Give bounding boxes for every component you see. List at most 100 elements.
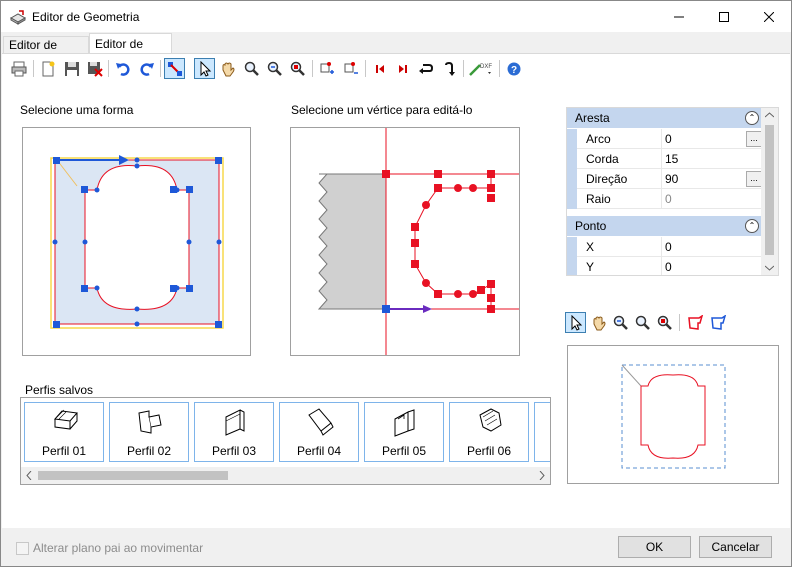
zoom-in-out-button[interactable] bbox=[264, 58, 285, 79]
row-gutter bbox=[567, 189, 577, 209]
svg-text:?: ? bbox=[511, 65, 517, 76]
category-ponto-label: Ponto bbox=[575, 219, 607, 233]
remove-vertex-icon bbox=[344, 61, 358, 74]
scroll-left-icon[interactable] bbox=[26, 471, 32, 480]
zoom-window-icon bbox=[657, 315, 672, 330]
scrollbar-thumb[interactable] bbox=[765, 125, 774, 255]
select-button[interactable] bbox=[194, 58, 215, 79]
category-aresta[interactable]: Aresta ⌃ bbox=[567, 108, 763, 128]
remove-vertex-button[interactable] bbox=[340, 58, 361, 79]
maximize-icon bbox=[719, 11, 729, 22]
move-parent-plane-checkbox[interactable] bbox=[16, 542, 29, 555]
preview-zoom-button[interactable] bbox=[632, 312, 653, 333]
add-vertex-button[interactable] bbox=[316, 58, 337, 79]
preview-red-shape-button[interactable] bbox=[684, 312, 705, 333]
add-vertex-icon bbox=[320, 61, 334, 74]
reverse-button[interactable] bbox=[415, 58, 436, 79]
shape-canvas[interactable] bbox=[22, 127, 251, 356]
vertex-section-label: Selecione um vértice para editá-lo bbox=[291, 103, 473, 117]
property-scrollbar[interactable] bbox=[761, 108, 778, 275]
edge-direction-arrowhead bbox=[423, 305, 432, 313]
select-icon bbox=[200, 60, 211, 77]
reverse-icon bbox=[418, 63, 433, 74]
scroll-down-icon[interactable] bbox=[765, 265, 774, 271]
zoom-window-button[interactable] bbox=[287, 58, 308, 79]
preview-blue-shape-button[interactable] bbox=[707, 312, 728, 333]
save-button[interactable] bbox=[61, 58, 82, 79]
preview-toolbar bbox=[564, 310, 781, 336]
zoom-button[interactable] bbox=[241, 58, 262, 79]
print-button[interactable] bbox=[8, 58, 29, 79]
first-button[interactable] bbox=[369, 58, 390, 79]
row-gutter bbox=[567, 129, 577, 149]
property-row-y[interactable]: Y 0 bbox=[567, 257, 763, 275]
ellipsis-button[interactable]: ... bbox=[746, 171, 762, 187]
property-name: Corda bbox=[577, 149, 661, 169]
move-parent-plane-label: Alterar plano pai ao movimentar bbox=[33, 541, 204, 555]
category-ponto[interactable]: Ponto ⌃ bbox=[567, 216, 763, 236]
property-value-arco[interactable]: 0... bbox=[661, 129, 763, 149]
property-row-corda[interactable]: Corda 15 bbox=[567, 149, 763, 169]
pan-button[interactable] bbox=[217, 58, 238, 79]
flip-icon bbox=[444, 61, 455, 76]
preview-canvas[interactable] bbox=[567, 345, 779, 484]
preview-select-button[interactable] bbox=[565, 312, 586, 333]
property-row-raio[interactable]: Raio 0 bbox=[567, 189, 763, 209]
scroll-up-icon[interactable] bbox=[765, 112, 774, 118]
gallery-scrollbar[interactable] bbox=[21, 467, 550, 484]
saved-profile-item[interactable]: Perfil 04 bbox=[279, 402, 359, 462]
vertex-canvas[interactable] bbox=[290, 127, 520, 356]
row-gutter bbox=[567, 149, 577, 169]
saved-profile-item[interactable]: Perfil 01 bbox=[24, 402, 104, 462]
dxf-button[interactable]: DXF bbox=[467, 58, 495, 79]
property-value-y[interactable]: 0 bbox=[661, 257, 763, 275]
property-row-direcao[interactable]: Direção 90... bbox=[567, 169, 763, 189]
property-name: X bbox=[577, 237, 661, 257]
close-button[interactable] bbox=[746, 1, 792, 32]
preview-zoom-in-out-button[interactable] bbox=[610, 312, 631, 333]
saved-profile-item[interactable]: Perfil 02 bbox=[109, 402, 189, 462]
profile-04-icon bbox=[308, 408, 334, 436]
flip-button[interactable] bbox=[438, 58, 459, 79]
window-title: Editor de Geometria bbox=[32, 10, 140, 24]
collapse-icon[interactable]: ⌃ bbox=[745, 111, 759, 125]
scrollbar-thumb[interactable] bbox=[38, 471, 228, 480]
toolbar-separator bbox=[160, 60, 161, 77]
last-button[interactable] bbox=[392, 58, 413, 79]
print-icon bbox=[11, 61, 26, 76]
property-value-corda[interactable]: 15 bbox=[661, 149, 763, 169]
property-grid: Aresta ⌃ Arco 0... Corda 15 Direção 90..… bbox=[566, 107, 779, 276]
saved-profile-item[interactable]: Perfil 06 bbox=[449, 402, 529, 462]
property-value-direcao[interactable]: 90... bbox=[661, 169, 763, 189]
saved-profile-item-partial[interactable] bbox=[534, 402, 550, 462]
property-value-x[interactable]: 0 bbox=[661, 237, 763, 257]
new-button[interactable] bbox=[37, 58, 58, 79]
saved-profile-item[interactable]: Perfil 05 bbox=[364, 402, 444, 462]
delete-save-button[interactable] bbox=[84, 58, 105, 79]
tab-editor-forma[interactable]: Editor de Forma bbox=[3, 36, 89, 68]
ellipsis-button[interactable]: ... bbox=[746, 131, 762, 147]
selected-vertex[interactable] bbox=[382, 305, 390, 313]
pan-icon bbox=[593, 316, 605, 330]
ok-button[interactable]: OK bbox=[618, 536, 691, 558]
zoom-in-out-icon bbox=[613, 315, 628, 330]
property-row-arco[interactable]: Arco 0... bbox=[567, 129, 763, 149]
redo-button[interactable] bbox=[136, 58, 157, 79]
preview-zoom-window-button[interactable] bbox=[654, 312, 675, 333]
undo-button[interactable] bbox=[112, 58, 133, 79]
collapse-icon[interactable]: ⌃ bbox=[745, 219, 759, 233]
help-button[interactable]: ? bbox=[503, 58, 524, 79]
scroll-right-icon[interactable] bbox=[539, 471, 545, 480]
snap-button[interactable] bbox=[164, 58, 185, 79]
property-value-text: 0 bbox=[665, 132, 672, 146]
preview-pan-button[interactable] bbox=[588, 312, 609, 333]
tab-editor-perfil[interactable]: Editor de Perfil bbox=[89, 33, 172, 71]
toolbar-separator bbox=[33, 60, 34, 77]
property-row-x[interactable]: X 0 bbox=[567, 237, 763, 257]
save-icon bbox=[64, 61, 79, 76]
maximize-button[interactable] bbox=[701, 1, 747, 32]
cancel-button[interactable]: Cancelar bbox=[699, 536, 772, 558]
toolbar-separator bbox=[463, 60, 464, 77]
saved-profile-item[interactable]: Perfil 03 bbox=[194, 402, 274, 462]
minimize-button[interactable] bbox=[656, 1, 702, 32]
